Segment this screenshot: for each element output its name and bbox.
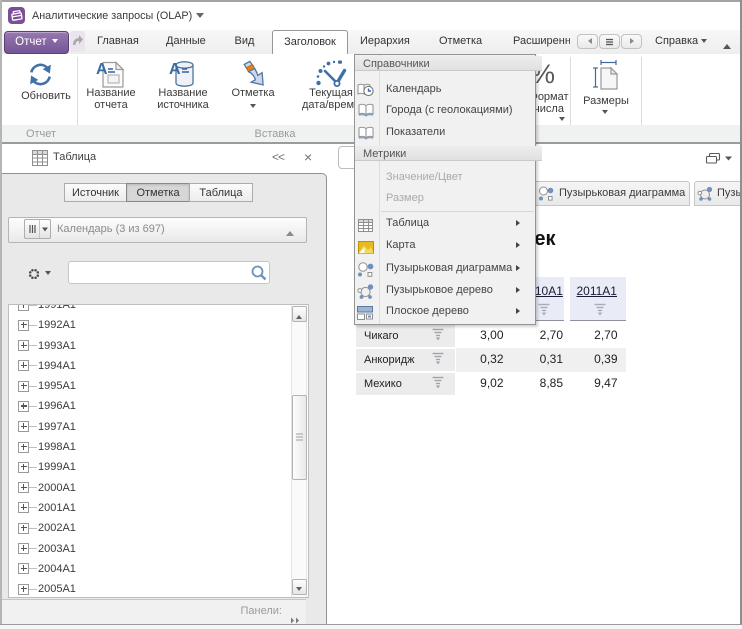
svg-text:A: A	[169, 61, 181, 78]
svg-text:A: A	[96, 61, 108, 78]
